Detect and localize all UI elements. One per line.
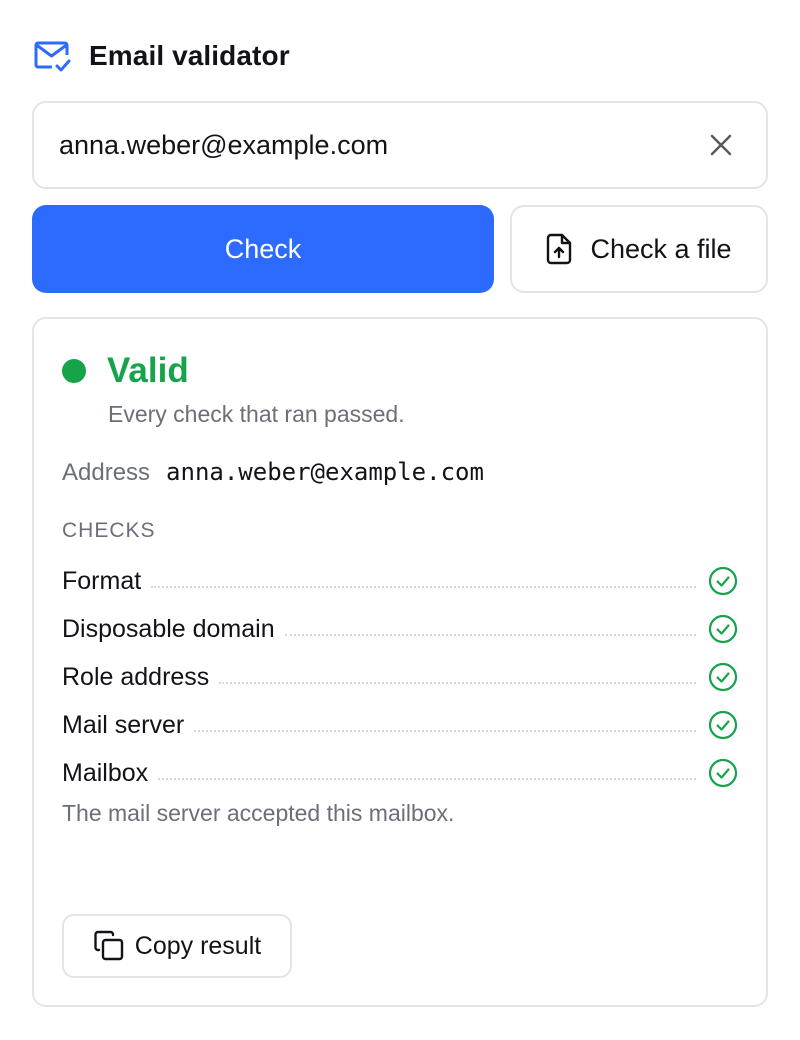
clear-button[interactable]: [706, 130, 736, 160]
dotted-leader: [158, 778, 696, 780]
check-circle-icon: [708, 758, 738, 788]
header: Email validator: [33, 36, 290, 76]
app-title: Email validator: [89, 40, 290, 71]
email-field-container: [32, 101, 768, 189]
checks-list: Format Disposable domain Role address Ma…: [62, 557, 738, 797]
check-label: Mail server: [62, 710, 185, 739]
check-circle-icon: [708, 614, 738, 644]
status-row: Valid: [62, 349, 189, 393]
check-label: Role address: [62, 662, 210, 691]
check-circle-icon: [708, 566, 738, 596]
address-label: Address: [62, 459, 151, 486]
check-file-button[interactable]: Check a file: [510, 205, 768, 293]
check-row-role-address: Role address: [62, 653, 738, 701]
checks-heading: CHECKS: [62, 519, 156, 542]
email-input[interactable]: [59, 129, 679, 161]
file-upload-icon: [546, 233, 574, 265]
check-label: Mailbox: [62, 758, 149, 787]
check-row-disposable-domain: Disposable domain: [62, 605, 738, 653]
status-label: Valid: [107, 351, 189, 390]
dotted-leader: [284, 634, 696, 636]
email-validator-app: Email validator Check Check a file Valid…: [0, 0, 800, 1040]
dotted-leader: [194, 730, 696, 732]
check-row-format: Format: [62, 557, 738, 605]
status-message: Every check that ran passed.: [108, 401, 405, 427]
check-circle-icon: [708, 662, 738, 692]
check-file-label: Check a file: [590, 233, 732, 264]
check-row-mail-server: Mail server: [62, 701, 738, 749]
mail-check-icon: [33, 36, 73, 76]
check-label: Format: [62, 566, 142, 595]
address-row: Address anna.weber@example.com: [62, 458, 484, 487]
copy-result-button[interactable]: Copy result: [62, 914, 292, 978]
result-card: Valid Every check that ran passed. Addre…: [32, 317, 768, 1007]
dotted-leader: [219, 682, 696, 684]
close-icon: [710, 134, 732, 156]
status-dot: [62, 359, 86, 383]
copy-icon: [93, 930, 125, 962]
check-label: Disposable domain: [62, 614, 275, 643]
dotted-leader: [151, 586, 696, 588]
copy-result-label: Copy result: [134, 931, 262, 960]
check-button[interactable]: Check: [32, 205, 494, 293]
address-value: anna.weber@example.com: [166, 458, 484, 486]
check-row-mailbox: Mailbox: [62, 749, 738, 797]
check-circle-icon: [708, 710, 738, 740]
mailbox-note: The mail server accepted this mailbox.: [62, 800, 455, 826]
